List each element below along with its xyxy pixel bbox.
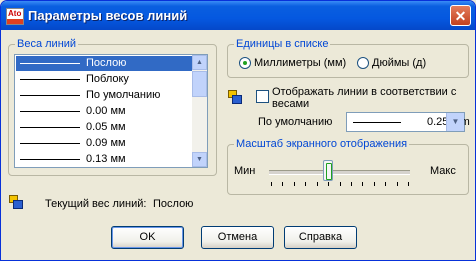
window-title: Параметры весов линий: [28, 8, 188, 23]
display-lineweight-label[interactable]: Отображать линии в соответствии с весами: [272, 86, 462, 110]
ok-button[interactable]: OK: [111, 226, 184, 249]
slider-tick: [408, 182, 409, 186]
lineweight-list-item[interactable]: По умолчанию: [16, 88, 193, 103]
lineweight-item-label: Поблоку: [86, 73, 129, 85]
millimeters-radio[interactable]: [239, 57, 251, 69]
lineweight-item-label: Послою: [86, 57, 127, 69]
slider-tick: [305, 182, 306, 186]
display-lineweight-checkbox[interactable]: [256, 90, 269, 103]
slider-tick: [351, 182, 352, 186]
lineweights-group-label: Веса линий: [15, 38, 79, 50]
scale-min-label: Мин: [234, 165, 256, 177]
lineweight-item-label: 0.05 мм: [86, 121, 126, 133]
scroll-down-button[interactable]: ▼: [192, 152, 207, 167]
weight-sample-line: [353, 122, 401, 123]
slider-tick: [397, 182, 398, 186]
scale-slider-track[interactable]: [269, 170, 410, 175]
scale-group-label: Масштаб экранного отображения: [234, 138, 410, 150]
lineweight-item-label: 0.13 мм: [86, 153, 126, 165]
inches-label[interactable]: Дюймы (д): [372, 57, 426, 69]
scale-slider-thumb[interactable]: [323, 160, 333, 181]
dialog-window: Ato Параметры весов линий ✕ Веса линий П…: [0, 0, 476, 261]
lineweight-sample-line: [20, 143, 80, 144]
millimeters-label[interactable]: Миллиметры (мм): [254, 57, 346, 69]
lineweight-list-item[interactable]: Послою: [16, 56, 193, 71]
lineweight-sample-line: [20, 111, 80, 112]
lineweight-sample-line: [20, 127, 80, 128]
slider-tick: [340, 182, 341, 186]
lineweight-list-item[interactable]: 0.13 мм: [16, 152, 193, 167]
scale-max-label: Макс: [430, 165, 456, 177]
slider-tick: [317, 182, 318, 186]
current-lineweight-value: Послою: [153, 198, 194, 210]
slider-tick: [374, 182, 375, 186]
default-weight-dropdown[interactable]: 0.25 mm ▼: [346, 112, 470, 132]
chevron-down-icon[interactable]: ▼: [446, 113, 464, 131]
lineweights-listbox[interactable]: Послою Поблоку По умолчанию 0.00 мм 0.05 мм 0…: [14, 54, 208, 168]
lineweight-list-item[interactable]: Поблоку: [16, 72, 193, 87]
scroll-up-button[interactable]: ▲: [192, 55, 207, 70]
lineweight-sample-line: [20, 159, 80, 160]
help-button[interactable]: Справка: [284, 226, 357, 249]
units-group-label: Единицы в списке: [234, 38, 331, 50]
lineweight-item-label: 0.00 мм: [86, 105, 126, 117]
slider-tick: [282, 182, 283, 186]
list-scrollbar[interactable]: ▲ ▼: [192, 55, 207, 167]
close-button[interactable]: ✕: [450, 5, 471, 26]
autocad-app-icon: Ato: [6, 8, 24, 25]
lineweight-sample-line: [20, 95, 80, 96]
lineweight-list-item[interactable]: 0.09 мм: [16, 136, 193, 151]
cancel-button[interactable]: Отмена: [201, 226, 274, 249]
slider-tick: [294, 182, 295, 186]
lineweight-sample-line: [20, 63, 80, 64]
scale-slider-ticks: [271, 182, 409, 186]
slider-tick: [328, 182, 329, 186]
lineweight-item-label: 0.09 мм: [86, 137, 126, 149]
lineweight-item-label: По умолчанию: [86, 89, 161, 101]
lineweight-list-item[interactable]: 0.00 мм: [16, 104, 193, 119]
current-lineweight-icon: [9, 195, 23, 209]
slider-tick: [271, 182, 272, 186]
scroll-thumb[interactable]: [192, 71, 207, 97]
layer-properties-icon: [228, 90, 242, 104]
default-weight-label: По умолчанию: [258, 116, 333, 128]
current-lineweight-label: Текущий вес линий:: [45, 198, 147, 210]
slider-tick: [362, 182, 363, 186]
lineweight-sample-line: [20, 79, 80, 80]
slider-tick: [385, 182, 386, 186]
inches-radio[interactable]: [357, 57, 369, 69]
title-bar[interactable]: Ato Параметры весов линий ✕: [1, 1, 475, 30]
lineweight-list-item[interactable]: 0.05 мм: [16, 120, 193, 135]
